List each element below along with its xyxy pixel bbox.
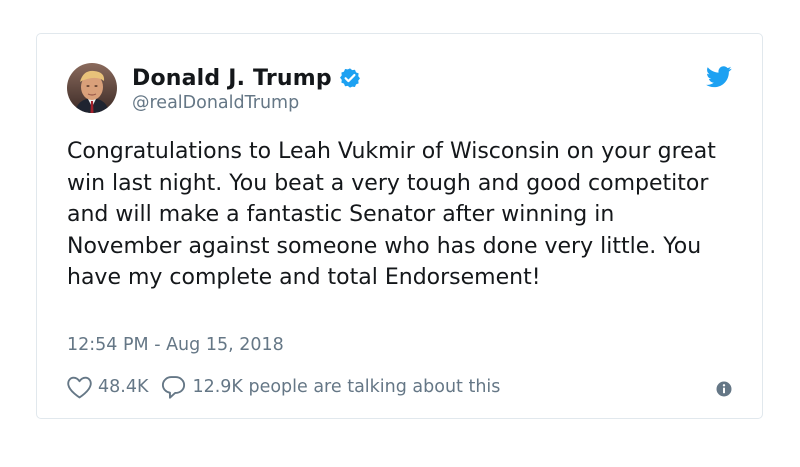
like-count: 48.4K [98,377,149,397]
tweet-text: Congratulations to Leah Vukmir of Wiscon… [67,139,716,290]
heart-icon [67,376,92,399]
author-name-row: Donald J. Trump [132,64,361,92]
tweet-author: Donald J. Trump @realDonaldTrump [132,64,361,113]
speech-bubble-icon [161,375,186,399]
profile-photo [67,63,117,113]
tweet-timestamp[interactable]: 12:54 PM - Aug 15, 2018 [67,335,284,355]
avatar[interactable] [67,63,117,113]
twitter-bird-icon[interactable] [706,66,732,88]
embedded-tweet-card: Donald J. Trump @realDonaldTrump Congrat… [36,33,763,419]
author-handle[interactable]: @realDonaldTrump [132,93,361,113]
verified-badge-icon [339,67,361,89]
info-icon[interactable] [716,381,732,397]
tweet-actions: 48.4K 12.9K people are talking about thi… [67,372,500,402]
author-name[interactable]: Donald J. Trump [132,66,332,91]
reply-button[interactable]: 12.9K people are talking about this [161,375,500,399]
like-button[interactable]: 48.4K [67,376,148,399]
talking-about-link[interactable]: 12.9K people are talking about this [192,377,500,397]
